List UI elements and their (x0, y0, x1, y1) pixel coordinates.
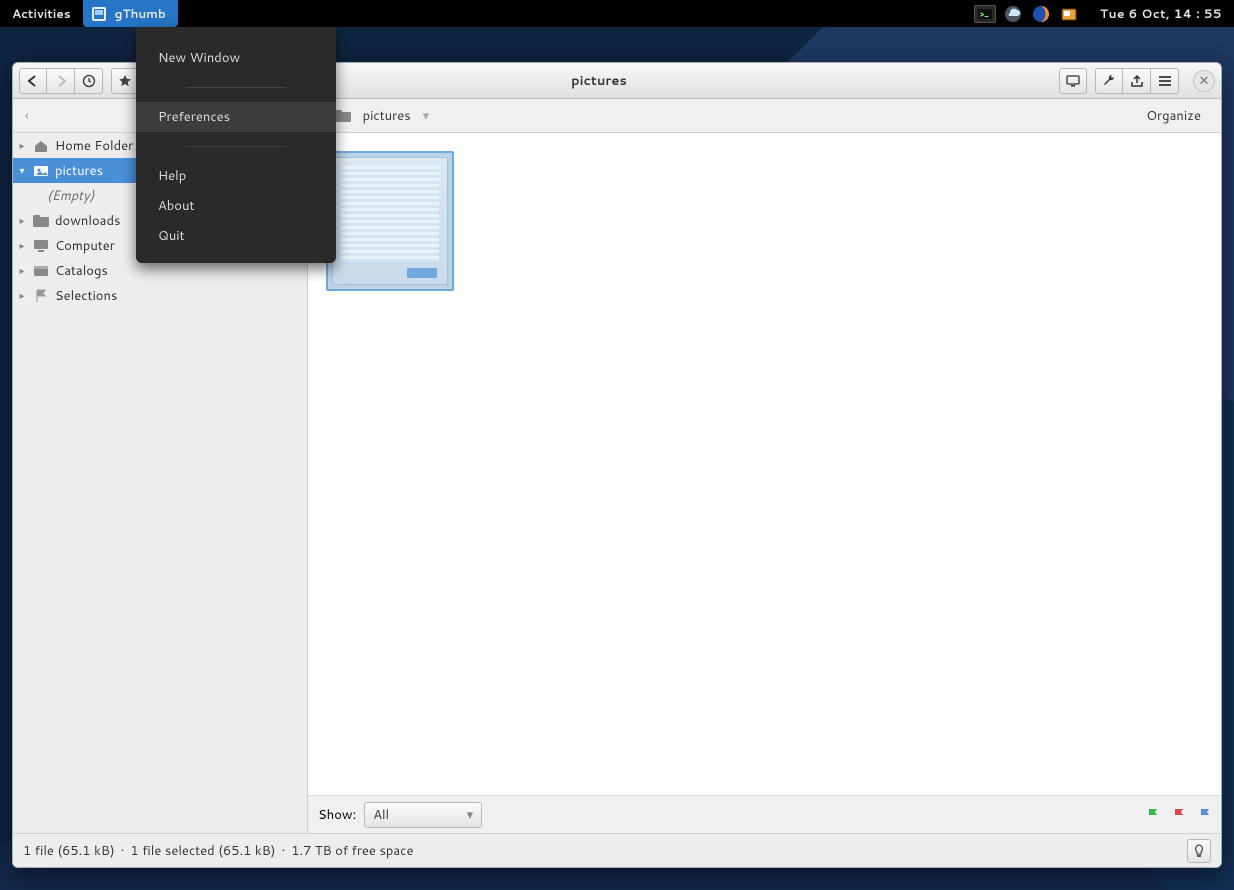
status-bar: 1 file (65.1 kB) · 1 file selected (65.1… (13, 833, 1221, 867)
tray-terminal-icon[interactable]: >_ (974, 5, 996, 23)
app-menu-button[interactable]: gThumb (83, 0, 178, 27)
show-label: Show: (318, 806, 356, 824)
menu-quit[interactable]: Quit (136, 221, 336, 251)
lightbulb-icon (1193, 844, 1205, 858)
clock[interactable]: Tue 6 Oct, 14 : 55 (1088, 5, 1234, 22)
sidebar-item-label: Computer (55, 237, 115, 255)
expand-icon: ▸ (17, 139, 27, 153)
sidebar-item-label: Selections (55, 287, 117, 305)
expand-icon: ▸ (17, 239, 27, 253)
activities-button[interactable]: Activities (0, 0, 83, 27)
expand-icon: ▸ (17, 214, 27, 228)
back-button[interactable] (19, 68, 47, 94)
thumbnail-image (332, 157, 448, 285)
menu-separator (186, 146, 286, 147)
tray-firefox-icon[interactable] (1030, 5, 1052, 23)
menu-new-window[interactable]: New Window (136, 43, 336, 73)
menu-separator (186, 87, 286, 88)
folder-icon (33, 213, 49, 229)
flag-red-button[interactable] (1173, 808, 1185, 822)
menu-about[interactable]: About (136, 191, 336, 221)
nav-button-group (19, 68, 103, 94)
browser-content: Show: All ▾ (308, 133, 1221, 833)
collapse-icon: ▾ (17, 164, 27, 178)
chevron-down-icon: ▾ (467, 806, 474, 824)
star-icon (118, 74, 132, 88)
pictures-icon (33, 163, 49, 179)
home-icon (33, 138, 49, 154)
filter-bar: Show: All ▾ (308, 795, 1221, 833)
sidebar-item-label: downloads (55, 212, 120, 230)
app-menu-popover: New Window Preferences Help About Quit (136, 27, 336, 263)
thumbnail-item[interactable] (326, 151, 454, 291)
thumbnail-grid[interactable] (308, 133, 1221, 795)
path-dropdown-button[interactable]: ▾ (423, 107, 430, 125)
status-selected: 1 file selected (65.1 kB) (130, 842, 275, 860)
sidebar-item-label: Home Folder (55, 137, 133, 155)
flag-blue-button[interactable] (1199, 808, 1211, 822)
share-icon (1130, 74, 1144, 88)
show-filter-select[interactable]: All ▾ (364, 802, 482, 828)
export-button[interactable] (1123, 68, 1151, 94)
status-freespace: 1.7 TB of free space (291, 842, 413, 860)
path-chevron-icon: ‹ (25, 107, 29, 125)
system-tray: >_ (974, 5, 1088, 23)
expand-icon: ▸ (17, 264, 27, 278)
tools-button[interactable] (1095, 68, 1123, 94)
sidebar-item-label: pictures (55, 162, 103, 180)
tray-images-icon[interactable] (1058, 5, 1080, 23)
pictures-folder-icon (335, 109, 351, 123)
sidebar-item-label: Catalogs (55, 262, 108, 280)
organize-button[interactable]: Organize (1138, 103, 1209, 129)
clock-icon (82, 74, 96, 88)
menu-help[interactable]: Help (136, 161, 336, 191)
sidebar-item-selections[interactable]: ▸ Selections (13, 283, 307, 308)
sidebar-item-label: (Empty) (47, 187, 94, 205)
hint-button[interactable] (1187, 839, 1211, 863)
gnome-top-bar: Activities gThumb >_ Tue 6 Oct, 14 : 55 (0, 0, 1234, 27)
computer-icon (33, 238, 49, 254)
bookmark-button[interactable] (111, 68, 139, 94)
close-icon: ✕ (1199, 72, 1210, 90)
path-location-label[interactable]: pictures (363, 107, 411, 125)
flag-icon (33, 288, 49, 304)
menu-preferences[interactable]: Preferences (136, 102, 336, 132)
arrow-right-icon (54, 75, 68, 87)
status-filecount: 1 file (65.1 kB) (23, 842, 115, 860)
hamburger-icon (1158, 75, 1172, 87)
svg-text:>_: >_ (980, 9, 989, 19)
close-button[interactable]: ✕ (1193, 70, 1215, 92)
forward-button[interactable] (47, 68, 75, 94)
show-filter-value: All (373, 806, 389, 824)
arrow-left-icon (26, 75, 40, 87)
wrench-icon (1102, 74, 1116, 88)
history-button[interactable] (75, 68, 103, 94)
fullscreen-button[interactable] (1059, 68, 1087, 94)
expand-icon: ▸ (17, 289, 27, 303)
tray-weather-icon[interactable] (1002, 5, 1024, 23)
gthumb-app-icon (91, 6, 107, 22)
catalog-icon (33, 263, 49, 279)
display-icon (1066, 75, 1080, 87)
status-separator: · (281, 842, 285, 860)
hamburger-button[interactable] (1151, 68, 1179, 94)
tools-button-group (1095, 68, 1179, 94)
flag-green-button[interactable] (1147, 808, 1159, 822)
status-separator: · (121, 842, 125, 860)
app-menu-label: gThumb (115, 5, 166, 22)
